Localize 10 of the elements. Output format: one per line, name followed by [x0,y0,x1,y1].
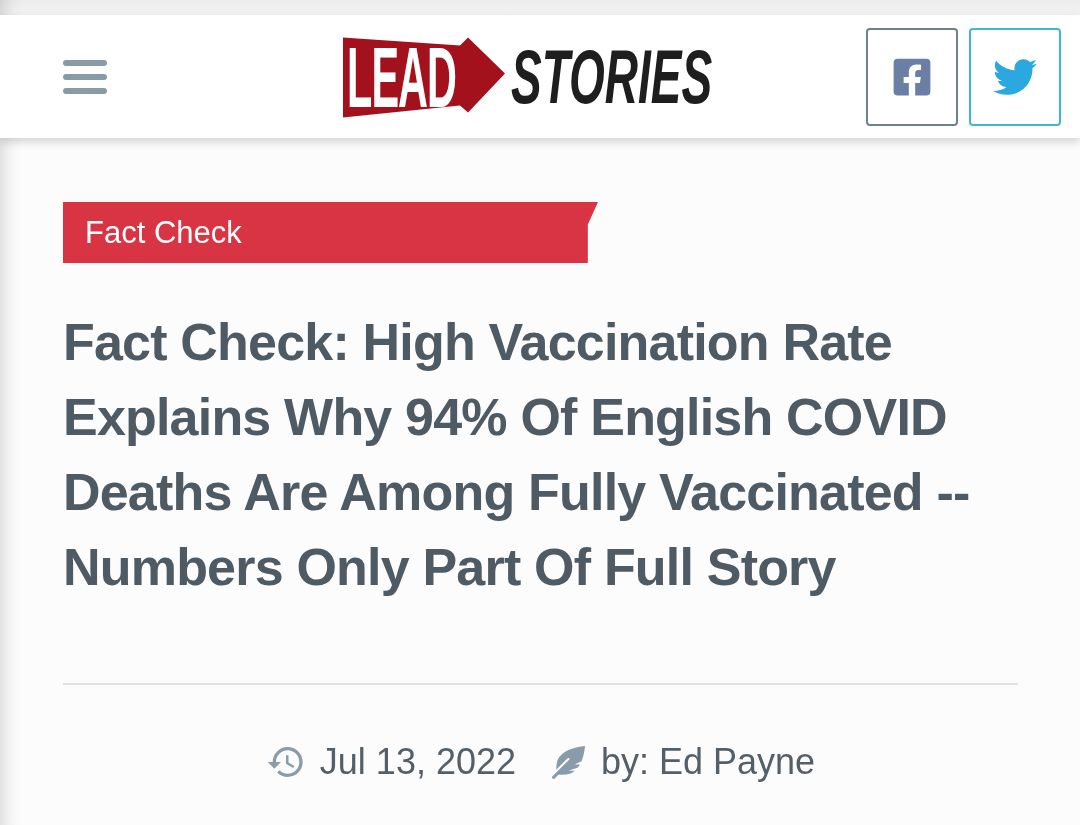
category-tag[interactable]: Fact Check [63,202,598,263]
menu-icon [63,59,107,94]
menu-button[interactable] [63,59,107,94]
article-title: Fact Check: High Vaccination Rate Explains Why 94% Of English COVID Deaths Are Among Fully Vaccinated -- Numbers Only Part Of Full Story [63,312,971,598]
author-byline: by: Ed Payne [601,741,816,783]
facebook-button[interactable] [866,27,958,126]
site-logo[interactable]: LEAD STORIES [343,35,713,118]
twitter-button[interactable] [969,27,1061,126]
publish-date: Jul 13, 2022 [319,741,516,783]
feather-icon [552,745,585,779]
